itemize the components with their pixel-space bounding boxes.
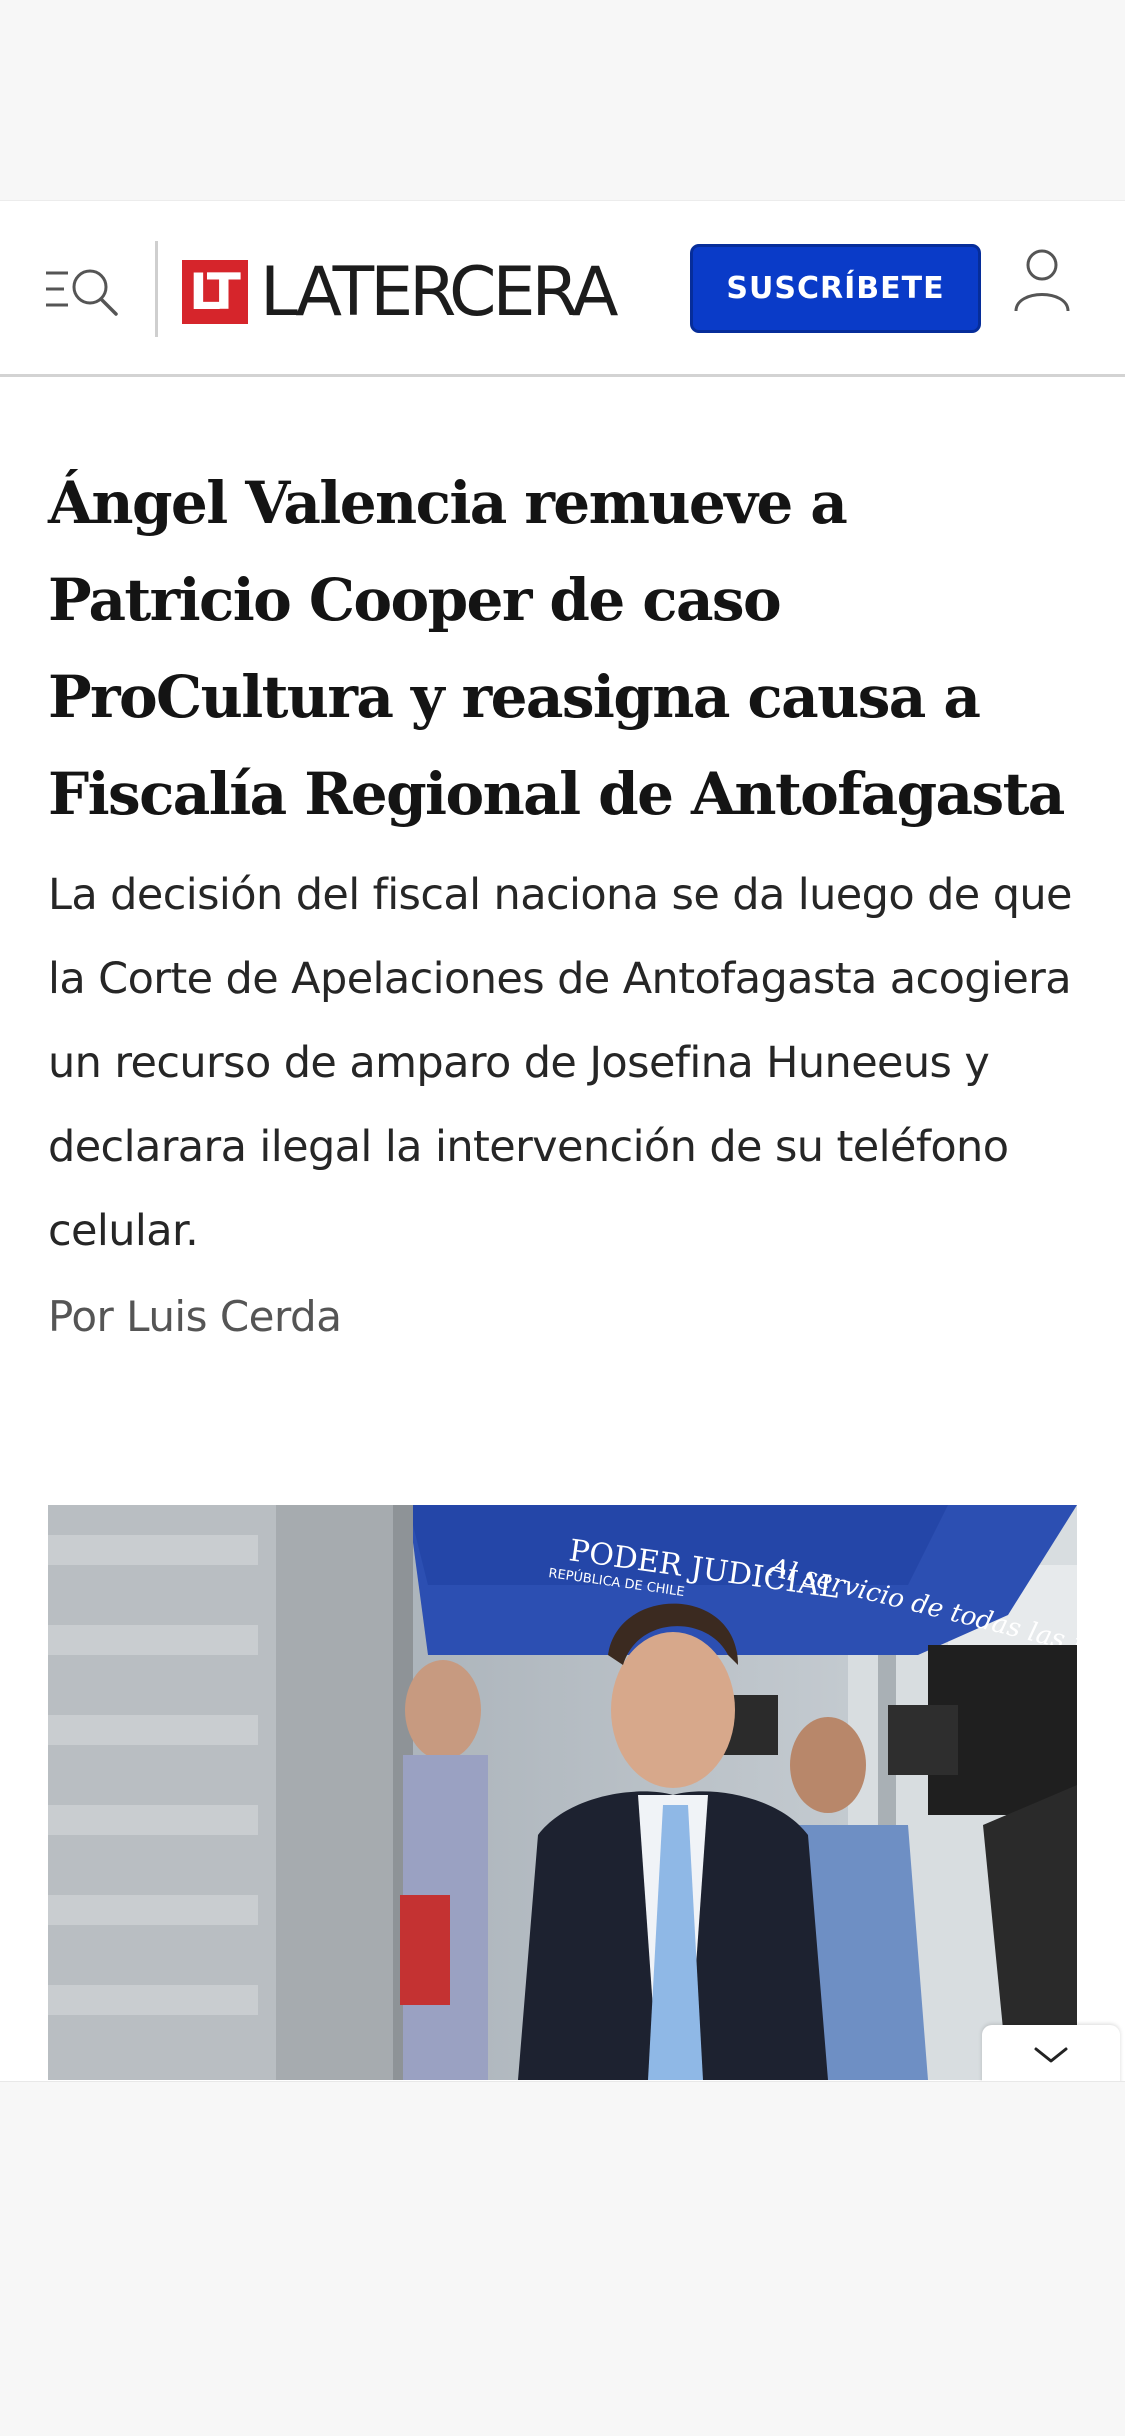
article: Ángel Valencia remueve a Patricio Cooper… [48, 377, 1078, 1347]
bottom-ad-banner [0, 2081, 1125, 2436]
user-icon [1014, 249, 1070, 312]
header-divider [155, 241, 158, 337]
article-headline: Ángel Valencia remueve a Patricio Cooper… [48, 469, 1065, 828]
logo-mark: LT [182, 260, 248, 324]
author-link[interactable]: Luis Cerda [126, 1292, 342, 1341]
logo-wordmark: LATERCERA [260, 253, 619, 332]
user-account-button[interactable] [1010, 245, 1074, 325]
site-logo[interactable]: LT LATERCERA [182, 251, 672, 331]
site-header: LT LATERCERA SUSCRÍBETE [0, 200, 1125, 377]
photo-illustration: PODER JUDICIAL REPÚBLICA DE CHILE Al ser… [48, 1505, 1077, 2080]
article-photo: PODER JUDICIAL REPÚBLICA DE CHILE Al ser… [48, 1505, 1077, 2080]
subscribe-button[interactable]: SUSCRÍBETE [690, 244, 981, 333]
article-byline: Por Luis Cerda [48, 1287, 1078, 1347]
menu-search-icon [46, 269, 118, 316]
chevron-down-icon [1034, 2047, 1068, 2063]
byline-prefix: Por [48, 1292, 114, 1341]
collapse-ad-button[interactable] [982, 2025, 1120, 2085]
menu-search-button[interactable] [44, 259, 124, 319]
article-lead: La decisión del fiscal naciona se da lue… [48, 870, 1073, 1256]
top-ad-banner [0, 0, 1125, 200]
